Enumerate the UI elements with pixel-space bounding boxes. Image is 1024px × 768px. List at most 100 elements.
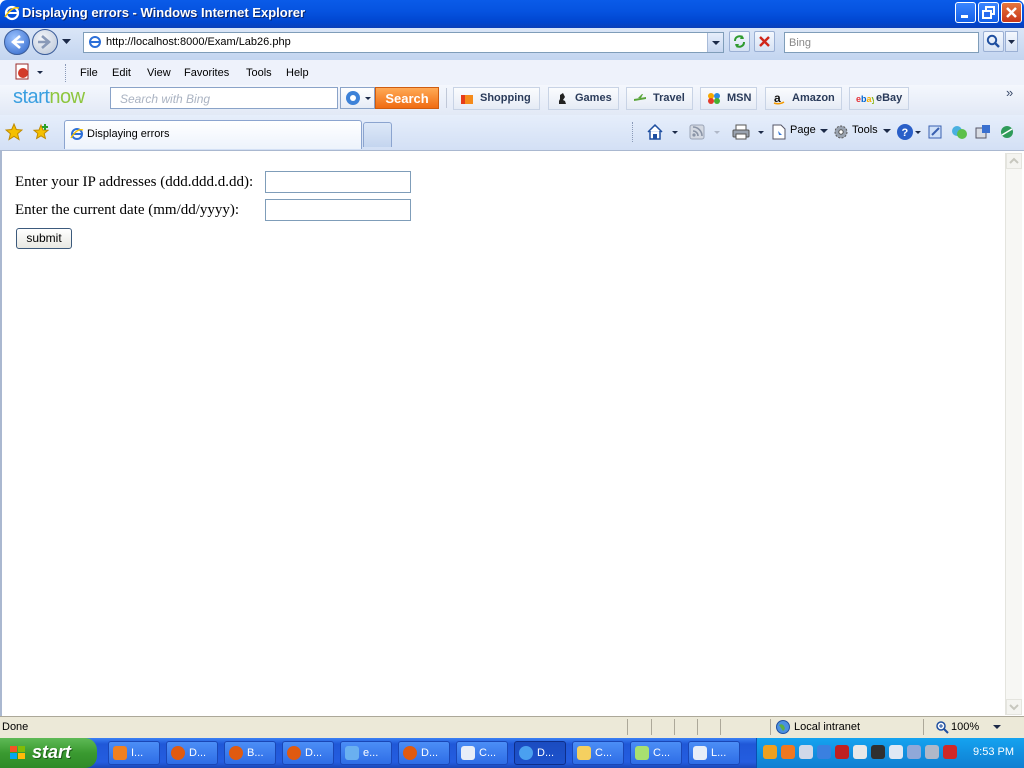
bing-search-input[interactable]: Bing [789,37,811,49]
taskbar-item[interactable]: e... [340,741,392,765]
firefox-icon [229,746,243,760]
svg-text:ebay: ebay [856,94,874,104]
chevron-more-icon[interactable]: » [1006,85,1013,100]
word-doc-icon [693,746,707,760]
taskbar-item[interactable]: I... [108,741,160,765]
title-bar[interactable]: Displaying errors - Windows Internet Exp… [0,0,1024,28]
ebay-link[interactable]: ebay eBay [849,87,909,110]
vertical-scrollbar[interactable] [1005,153,1022,715]
feeds-button[interactable] [688,123,724,141]
tray-icon[interactable] [871,745,885,759]
tray-icon[interactable] [925,745,939,759]
taskbar-item[interactable]: D... [282,741,334,765]
taskbar-item[interactable]: D... [166,741,218,765]
back-button[interactable] [4,29,30,55]
startnow-search-input[interactable]: Search with Bing [120,92,210,106]
menu-help[interactable]: Help [286,67,309,79]
address-bar[interactable]: http://localhost:8000/Exam/Lab26.php [83,32,724,53]
menu-favorites[interactable]: Favorites [184,67,229,79]
shopping-link-label: Shopping [480,92,531,104]
ip-label: Enter your IP addresses (ddd.ddd.d.dd): [15,174,254,190]
zoom-dropdown-icon[interactable] [993,725,1001,731]
submit-button[interactable]: submit [16,228,72,249]
shopping-link[interactable]: Shopping [453,87,540,110]
research-icon[interactable] [927,123,945,141]
page-dropdown-icon[interactable] [820,129,828,135]
games-link[interactable]: Games [548,87,619,110]
address-input[interactable]: http://localhost:8000/Exam/Lab26.php [106,36,291,48]
status-divider [627,719,628,735]
taskbar-item[interactable]: B... [224,741,276,765]
msn-link[interactable]: MSN [700,87,757,110]
zoom-icon [935,720,949,734]
start-button[interactable]: start [0,738,97,768]
taskbar-item[interactable]: L... [688,741,740,765]
help-icon[interactable]: ? [896,123,924,141]
search-engine-selector[interactable] [340,87,375,109]
clock[interactable]: 9:53 PM [973,746,1014,758]
status-divider [923,719,924,735]
scroll-down-button[interactable] [1006,699,1022,715]
menu-file[interactable]: File [80,67,98,79]
menu-view[interactable]: View [147,67,171,79]
messenger-icon[interactable] [950,123,968,141]
travel-link[interactable]: Travel [626,87,693,110]
startnow-search-box[interactable]: Search with Bing [110,87,338,109]
tray-icon[interactable] [889,745,903,759]
forward-button[interactable] [32,29,58,55]
home-button[interactable] [646,123,682,141]
bluetooth-send-icon[interactable] [974,123,992,141]
tools-dropdown-icon[interactable] [883,129,891,135]
taskbar-item[interactable]: C... [456,741,508,765]
menu-edit[interactable]: Edit [112,67,131,79]
taskbar-item[interactable]: C... [630,741,682,765]
search-go-button[interactable] [983,31,1004,52]
tray-icon[interactable] [763,745,777,759]
tray-icon[interactable] [799,745,813,759]
taskbar-item-active[interactable]: D... [514,741,566,765]
menu-tools[interactable]: Tools [246,67,272,79]
page-menu-button[interactable]: Page [790,124,816,136]
tray-icon[interactable] [781,745,795,759]
date-input[interactable] [265,199,411,221]
tray-icon[interactable] [907,745,921,759]
recent-pages-dropdown-icon[interactable] [62,39,71,45]
status-divider [697,719,698,735]
pdf-convert-icon[interactable] [15,63,43,81]
ie-icon [519,746,533,760]
search-options-dropdown[interactable] [1005,31,1018,52]
bing-search-box[interactable]: Bing [784,32,979,53]
addon-icon[interactable] [998,123,1016,141]
new-tab-button[interactable] [363,122,392,147]
taskbar-item[interactable]: C... [572,741,624,765]
tray-icon[interactable] [853,745,867,759]
address-dropdown-button[interactable] [707,33,723,52]
firefox-icon [171,746,185,760]
close-window-button[interactable] [1001,2,1022,23]
zoom-level[interactable]: 100% [951,721,979,733]
tray-icon[interactable] [835,745,849,759]
date-label: Enter the current date (mm/dd/yyyy): [15,202,240,218]
security-zone[interactable]: Local intranet [794,721,860,733]
print-button[interactable] [732,123,768,141]
stop-button[interactable] [754,31,775,52]
amazon-link[interactable]: a Amazon [765,87,842,110]
startnow-logo[interactable]: startnow [13,86,85,109]
tab-displaying-errors[interactable]: Displaying errors [64,120,362,149]
taskbar-item-label: I... [131,747,144,759]
startnow-search-button[interactable]: Search [375,87,439,109]
restore-button[interactable] [978,2,999,23]
taskbar-item[interactable]: D... [398,741,450,765]
app-icon [113,746,127,760]
favorites-star-icon[interactable] [5,123,23,141]
tools-menu-button[interactable]: Tools [852,124,878,136]
scroll-up-button[interactable] [1006,153,1022,169]
minimize-button[interactable] [955,2,976,23]
msn-butterfly-icon [707,92,721,105]
tray-icon[interactable] [817,745,831,759]
tray-icon[interactable] [943,745,957,759]
ip-address-input[interactable] [265,171,411,193]
refresh-button[interactable] [729,31,750,52]
taskbar-item-label: C... [479,747,497,759]
add-favorite-icon[interactable] [32,123,50,141]
